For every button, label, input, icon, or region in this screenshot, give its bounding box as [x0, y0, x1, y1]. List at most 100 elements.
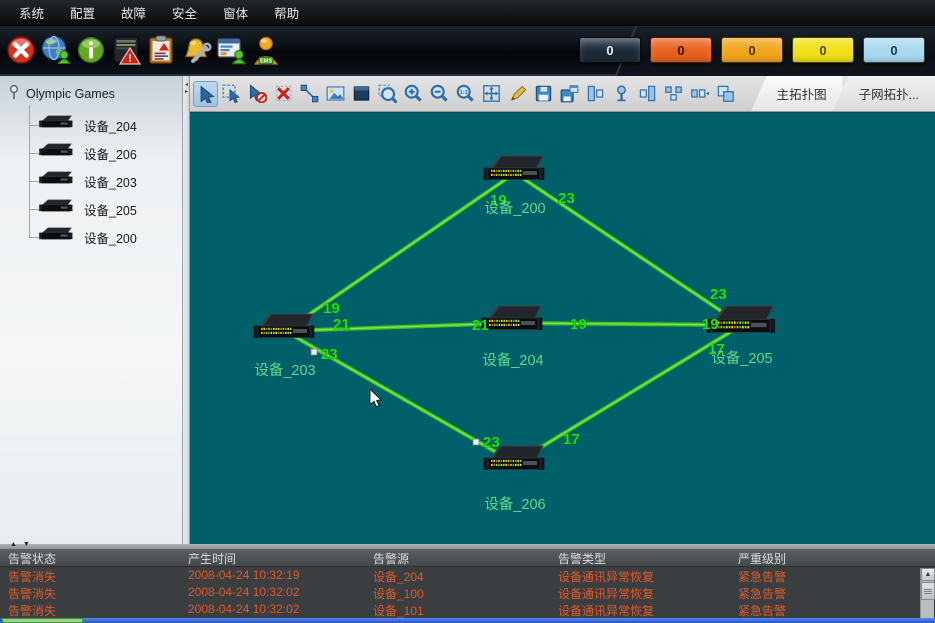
alarm-column-header-0[interactable]: 告警状态	[0, 549, 180, 566]
port-label: 19	[323, 300, 340, 317]
zoom-out-tool-button[interactable]	[427, 81, 452, 107]
port-label: 23	[710, 286, 727, 303]
add-panel-tool-icon	[352, 84, 371, 103]
device-node-icon[interactable]	[482, 306, 542, 330]
port-label: 21	[472, 317, 489, 334]
add-link-tool-button[interactable]	[297, 81, 322, 107]
alarm-counter-3[interactable]: 0	[792, 37, 854, 63]
alarm-table-scrollbar[interactable]: ▲	[920, 568, 934, 618]
port-label: 23	[483, 434, 500, 451]
tree-root-node[interactable]: Olympic Games	[0, 76, 182, 103]
device-node-icon[interactable]	[484, 156, 544, 180]
sidebar-item---_205[interactable]: 设备_205	[0, 195, 182, 223]
info-button[interactable]	[74, 29, 108, 71]
topology-canvas[interactable]: 191923232121191923231717设备_200设备_203设备_2…	[190, 112, 935, 544]
menu-item-2[interactable]: 故障	[108, 0, 159, 25]
link-selection-handle[interactable]	[473, 439, 479, 445]
alarm-column-header-2[interactable]: 告警源	[365, 549, 550, 566]
menu-item-4[interactable]: 窗体	[210, 0, 261, 25]
splitter-collapse-icon[interactable]: ◂▸	[183, 82, 190, 96]
alarm-settings-button[interactable]	[179, 29, 213, 71]
node-label: 设备_205	[711, 350, 772, 367]
export-tool-button[interactable]	[557, 81, 582, 107]
menu-item-1[interactable]: 配置	[57, 0, 108, 25]
alarm-row-0[interactable]: 告警消失2008-04-24 10:32:19设备_204设备通讯异常恢复紧急告…	[0, 567, 935, 584]
device-label: 设备_206	[84, 144, 137, 163]
exit-button[interactable]	[4, 29, 38, 71]
device-node-icon[interactable]	[254, 314, 314, 338]
zoom-ratio-tool-button[interactable]: 1:1	[453, 81, 478, 107]
anchor-tool-icon	[612, 84, 631, 103]
add-image-tool-icon	[326, 84, 345, 103]
device-label: 设备_203	[84, 172, 137, 191]
splitter-collapse-icon[interactable]: ▲ ▼	[10, 541, 32, 548]
edit-link-tool-icon	[508, 84, 527, 103]
vertical-splitter[interactable]: ◂▸	[183, 76, 190, 544]
scrollbar-thumb[interactable]	[921, 582, 935, 600]
tree-connector	[29, 237, 39, 238]
fit-view-tool-button[interactable]	[479, 81, 504, 107]
sidebar-item---_204[interactable]: 设备_204	[0, 111, 182, 139]
topology-tab-0[interactable]: 主拓扑图	[751, 76, 843, 112]
alarm-row-1[interactable]: 告警消失2008-04-24 10:32:02设备_100设备通讯异常恢复紧急告…	[0, 584, 935, 601]
topology-link-highlight	[285, 331, 515, 463]
alarm-column-header-3[interactable]: 告警类型	[550, 549, 730, 566]
save-tool-button[interactable]	[531, 81, 556, 107]
topology-svg: 191923232121191923231717设备_200设备_203设备_2…	[190, 113, 935, 545]
select-off-tool-button[interactable]	[245, 81, 270, 107]
anchor-tool-button[interactable]	[609, 81, 634, 107]
add-image-tool-button[interactable]	[323, 81, 348, 107]
alarm-column-header-1[interactable]: 产生时间	[180, 549, 365, 566]
alarm-cell: 设备_100	[365, 584, 550, 601]
sidebar-item---_203[interactable]: 设备_203	[0, 167, 182, 195]
tree-root-label: Olympic Games	[26, 87, 115, 101]
menu-item-0[interactable]: 系统	[6, 0, 57, 25]
tree-connector	[29, 153, 39, 154]
topology-tab-1[interactable]: 子网拓扑...	[833, 76, 935, 112]
zoom-in-tool-button[interactable]	[401, 81, 426, 107]
delete-tool-button[interactable]	[271, 81, 296, 107]
add-panel-tool-button[interactable]	[349, 81, 374, 107]
distribute-h-tool-button[interactable]	[687, 81, 712, 107]
alarm-counter-4[interactable]: 0	[863, 37, 925, 63]
menu-item-5[interactable]: 帮助	[261, 0, 312, 25]
marquee-select-tool-button[interactable]	[219, 81, 244, 107]
device-icon	[38, 115, 76, 131]
alarm-row-2[interactable]: 告警消失2008-04-24 10:32:02设备_101设备通讯异常恢复紧急告…	[0, 601, 935, 618]
device-manager-button[interactable]	[214, 29, 248, 71]
node-label: 设备_206	[484, 496, 545, 513]
os-taskbar-peek	[0, 618, 935, 623]
align-left-tool-button[interactable]	[583, 81, 608, 107]
add-link-tool-icon	[300, 84, 319, 103]
alarm-column-header-4[interactable]: 严重级别	[730, 549, 921, 566]
edit-link-tool-button[interactable]	[505, 81, 530, 107]
align-right-tool-button[interactable]	[635, 81, 660, 107]
window-user-icon	[215, 34, 247, 66]
ems-user-button[interactable]: EMS	[249, 29, 283, 71]
alarm-cell: 紧急告警	[730, 584, 921, 601]
delete-tool-icon	[274, 84, 293, 103]
alarm-counter-1[interactable]: 0	[650, 37, 712, 63]
fault-panel-button[interactable]: !	[109, 29, 143, 71]
layers-tool-button[interactable]	[713, 81, 738, 107]
sidebar-item---_206[interactable]: 设备_206	[0, 139, 182, 167]
node-label: 设备_204	[482, 352, 543, 369]
alarm-counter-0[interactable]: 0	[579, 37, 641, 63]
alarm-cell: 设备_101	[365, 601, 550, 618]
fault-monitor-icon: !	[110, 34, 142, 66]
zoom-region-tool-button[interactable]	[375, 81, 400, 107]
select-off-tool-icon	[248, 84, 267, 103]
menu-item-3[interactable]: 安全	[159, 0, 210, 25]
svg-text:EMS: EMS	[260, 59, 272, 65]
select-tool-button[interactable]	[193, 81, 218, 107]
port-label: 23	[321, 346, 338, 363]
port-label: 17	[563, 431, 580, 448]
alarm-log-button[interactable]	[144, 29, 178, 71]
link-selection-handle[interactable]	[311, 349, 317, 355]
scroll-up-button[interactable]: ▲	[921, 568, 935, 581]
sidebar-item---_200[interactable]: 设备_200	[0, 223, 182, 251]
port-label: 23	[558, 190, 575, 207]
distribute-tool-button[interactable]	[661, 81, 686, 107]
topology-map-button[interactable]	[39, 29, 73, 71]
alarm-counter-2[interactable]: 0	[721, 37, 783, 63]
